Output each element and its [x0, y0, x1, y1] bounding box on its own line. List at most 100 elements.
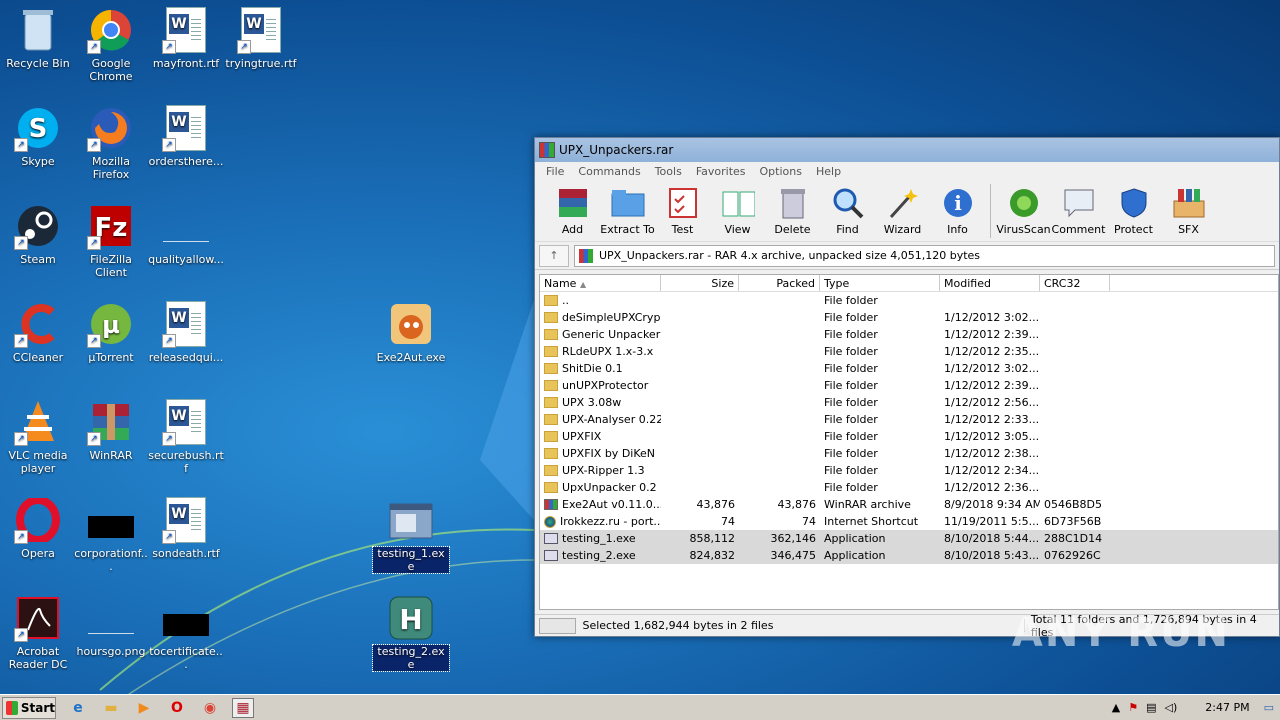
- show-hidden-icons-icon[interactable]: ▲: [1112, 701, 1120, 714]
- desktop-icon-exe2aut[interactable]: Exe2Aut.exe: [373, 300, 449, 364]
- start-button[interactable]: Start: [2, 696, 56, 719]
- taskbar-winrar[interactable]: ▦: [232, 697, 254, 718]
- test-button[interactable]: Test: [655, 184, 710, 236]
- folder-icon: [544, 397, 558, 408]
- desktop-icon-hoursgo[interactable]: hoursgo.png: [73, 594, 149, 658]
- file-row[interactable]: UpxUnpacker 0.2 File folder 1/12/2012 2:36…: [540, 479, 1278, 496]
- virusscan-button[interactable]: VirusScan: [996, 184, 1051, 236]
- file-row[interactable]: testing_1.exe 858,112 362,146 Application 8/…: [540, 530, 1278, 547]
- find-button[interactable]: Find: [820, 184, 875, 236]
- menu-favorites[interactable]: Favorites: [689, 165, 753, 178]
- desktop-icon-testing-2[interactable]: H testing_2.exe: [372, 594, 450, 672]
- desktop-icon-sondeath[interactable]: ↗ sondeath.rtf: [148, 496, 224, 560]
- taskbar-media-player[interactable]: ▶: [133, 698, 155, 718]
- desktop-icon-tryingtrue[interactable]: ↗ tryingtrue.rtf: [223, 6, 299, 70]
- file-size: [661, 292, 739, 309]
- desktop-icon-opera[interactable]: ↗ Opera: [0, 496, 76, 560]
- file-row[interactable]: .. File folder: [540, 292, 1278, 309]
- desktop-icon-mayfront[interactable]: ↗ mayfront.rtf: [148, 6, 224, 70]
- sfx-button[interactable]: SFX: [1161, 184, 1216, 236]
- column-size[interactable]: Size: [661, 275, 739, 291]
- delete-button[interactable]: Delete: [765, 184, 820, 236]
- file-name: UPXFIX: [540, 428, 661, 445]
- desktop-icon-winrar[interactable]: ↗ WinRAR: [73, 398, 149, 462]
- view-button[interactable]: View: [710, 184, 765, 236]
- desktop-icon-acrobat[interactable]: ↗ Acrobat Reader DC: [0, 594, 76, 671]
- file-row[interactable]: Generic Unpacker File folder 1/12/2012 2:3…: [540, 326, 1278, 343]
- file-row[interactable]: UPX-Analyser 0.22 File folder 1/12/2012 2:…: [540, 411, 1278, 428]
- taskbar-opera[interactable]: O: [166, 698, 188, 718]
- column-name[interactable]: Name ▲: [540, 275, 661, 291]
- info-icon: i: [941, 186, 975, 220]
- desktop-icon-skype[interactable]: S ↗ Skype: [0, 104, 76, 168]
- desktop-icon-steam[interactable]: ↗ Steam: [0, 202, 76, 266]
- desktop-icon-securebush[interactable]: ↗ securebush.rtf: [148, 398, 224, 475]
- action-center-flag-icon[interactable]: ⚑: [1128, 701, 1138, 714]
- file-row[interactable]: RLdeUPX 1.x-3.x File folder 1/12/2012 2:35…: [540, 343, 1278, 360]
- file-list[interactable]: Name ▲ Size Packed Type Modified CRC32 .…: [539, 274, 1279, 610]
- desktop-icon-qualityallow[interactable]: qualityallow...: [148, 202, 224, 266]
- file-row[interactable]: deSimpleUPXCryp... File folder 1/12/2012 3…: [540, 309, 1278, 326]
- taskbar-chrome[interactable]: ◉: [199, 698, 221, 718]
- up-one-level-button[interactable]: ↑: [539, 244, 569, 267]
- file-type: File folder: [824, 328, 878, 341]
- desktop-icon-ordersthere[interactable]: ↗ ordersthere...: [148, 104, 224, 168]
- desktop-icon-vlc[interactable]: ↗ VLC media player: [0, 398, 76, 475]
- protect-button[interactable]: Protect: [1106, 184, 1161, 236]
- extract-to-button[interactable]: Extract To: [600, 184, 655, 236]
- column-packed[interactable]: Packed: [739, 275, 820, 291]
- desktop-icon-utorrent[interactable]: µ ↗ µTorrent: [73, 300, 149, 364]
- desktop-icon-ccleaner[interactable]: ↗ CCleaner: [0, 300, 76, 364]
- file-row[interactable]: UPX-Ripper 1.3 File folder 1/12/2012 2:34.…: [540, 462, 1278, 479]
- archive-path-field[interactable]: UPX_Unpackers.rar - RAR 4.x archive, unp…: [574, 244, 1275, 267]
- menu-commands[interactable]: Commands: [571, 165, 647, 178]
- desktop-icon-filezilla[interactable]: Fz ↗ FileZilla Client: [73, 202, 149, 279]
- desktop-icon-recycle-bin[interactable]: Recycle Bin: [0, 6, 76, 70]
- desktop-icon-tocertificate[interactable]: tocertificate...: [148, 594, 224, 671]
- folder-extract-icon: [611, 186, 645, 220]
- network-icon[interactable]: ▤: [1146, 701, 1156, 714]
- file-crc32: [1040, 479, 1110, 496]
- desktop-icon-releasedqui[interactable]: ↗ releasedqui...: [148, 300, 224, 364]
- file-packed: [739, 343, 820, 360]
- file-row[interactable]: testing_2.exe 824,832 346,475 Application 8/…: [540, 547, 1278, 564]
- menu-options[interactable]: Options: [753, 165, 809, 178]
- column-crc32[interactable]: CRC32: [1040, 275, 1110, 291]
- file-row[interactable]: UPX 3.08w File folder 1/12/2012 2:56...: [540, 394, 1278, 411]
- folder-icon: [544, 295, 558, 306]
- info-button[interactable]: i Info: [930, 184, 985, 236]
- volume-icon[interactable]: ◁): [1165, 701, 1178, 714]
- wizard-button[interactable]: Wizard: [875, 184, 930, 236]
- taskbar-ie[interactable]: e: [67, 698, 89, 718]
- archive-path-text: UPX_Unpackers.rar - RAR 4.x archive, unp…: [599, 249, 981, 262]
- file-row[interactable]: unUPXProtector File folder 1/12/2012 2:39.…: [540, 377, 1278, 394]
- magnifier-icon: [831, 186, 865, 220]
- file-row[interactable]: Irokkezz.ru - port... 74 74 Internet Shortc…: [540, 513, 1278, 530]
- file-type: File folder: [824, 396, 878, 409]
- column-type[interactable]: Type: [820, 275, 940, 291]
- taskbar-explorer[interactable]: ▬: [100, 698, 122, 718]
- window-titlebar[interactable]: UPX_Unpackers.rar: [535, 138, 1279, 162]
- file-packed: [739, 411, 820, 428]
- file-row[interactable]: Exe2Aut v0.11.0... 43,876 43,876 WinRAR arc…: [540, 496, 1278, 513]
- file-row[interactable]: UPXFIX by DiKeN File folder 1/12/2012 2:38…: [540, 445, 1278, 462]
- show-desktop-icon[interactable]: ▭: [1264, 701, 1274, 714]
- application-window-icon: [389, 503, 433, 539]
- column-modified[interactable]: Modified: [940, 275, 1040, 291]
- menu-file[interactable]: File: [539, 165, 571, 178]
- clock[interactable]: 2:47 PM: [1205, 701, 1249, 714]
- comment-button[interactable]: Comment: [1051, 184, 1106, 236]
- magic-wand-icon: [886, 186, 920, 220]
- desktop-icon-google-chrome[interactable]: ↗ Google Chrome: [73, 6, 149, 83]
- desktop-icon-corporationf[interactable]: corporationf...: [73, 496, 149, 573]
- add-button[interactable]: Add: [545, 184, 600, 236]
- book-view-icon: [721, 186, 755, 220]
- file-modified: 1/12/2012 2:38...: [944, 447, 1040, 460]
- desktop-icon-testing-1[interactable]: testing_1.exe: [372, 496, 450, 574]
- file-row[interactable]: UPXFIX File folder 1/12/2012 3:05...: [540, 428, 1278, 445]
- menu-help[interactable]: Help: [809, 165, 848, 178]
- anyrun-watermark: ANY RUN: [1011, 610, 1230, 656]
- desktop-icon-firefox[interactable]: ↗ Mozilla Firefox: [73, 104, 149, 181]
- file-row[interactable]: ShitDie 0.1 File folder 1/12/2012 3:02...: [540, 360, 1278, 377]
- menu-tools[interactable]: Tools: [648, 165, 689, 178]
